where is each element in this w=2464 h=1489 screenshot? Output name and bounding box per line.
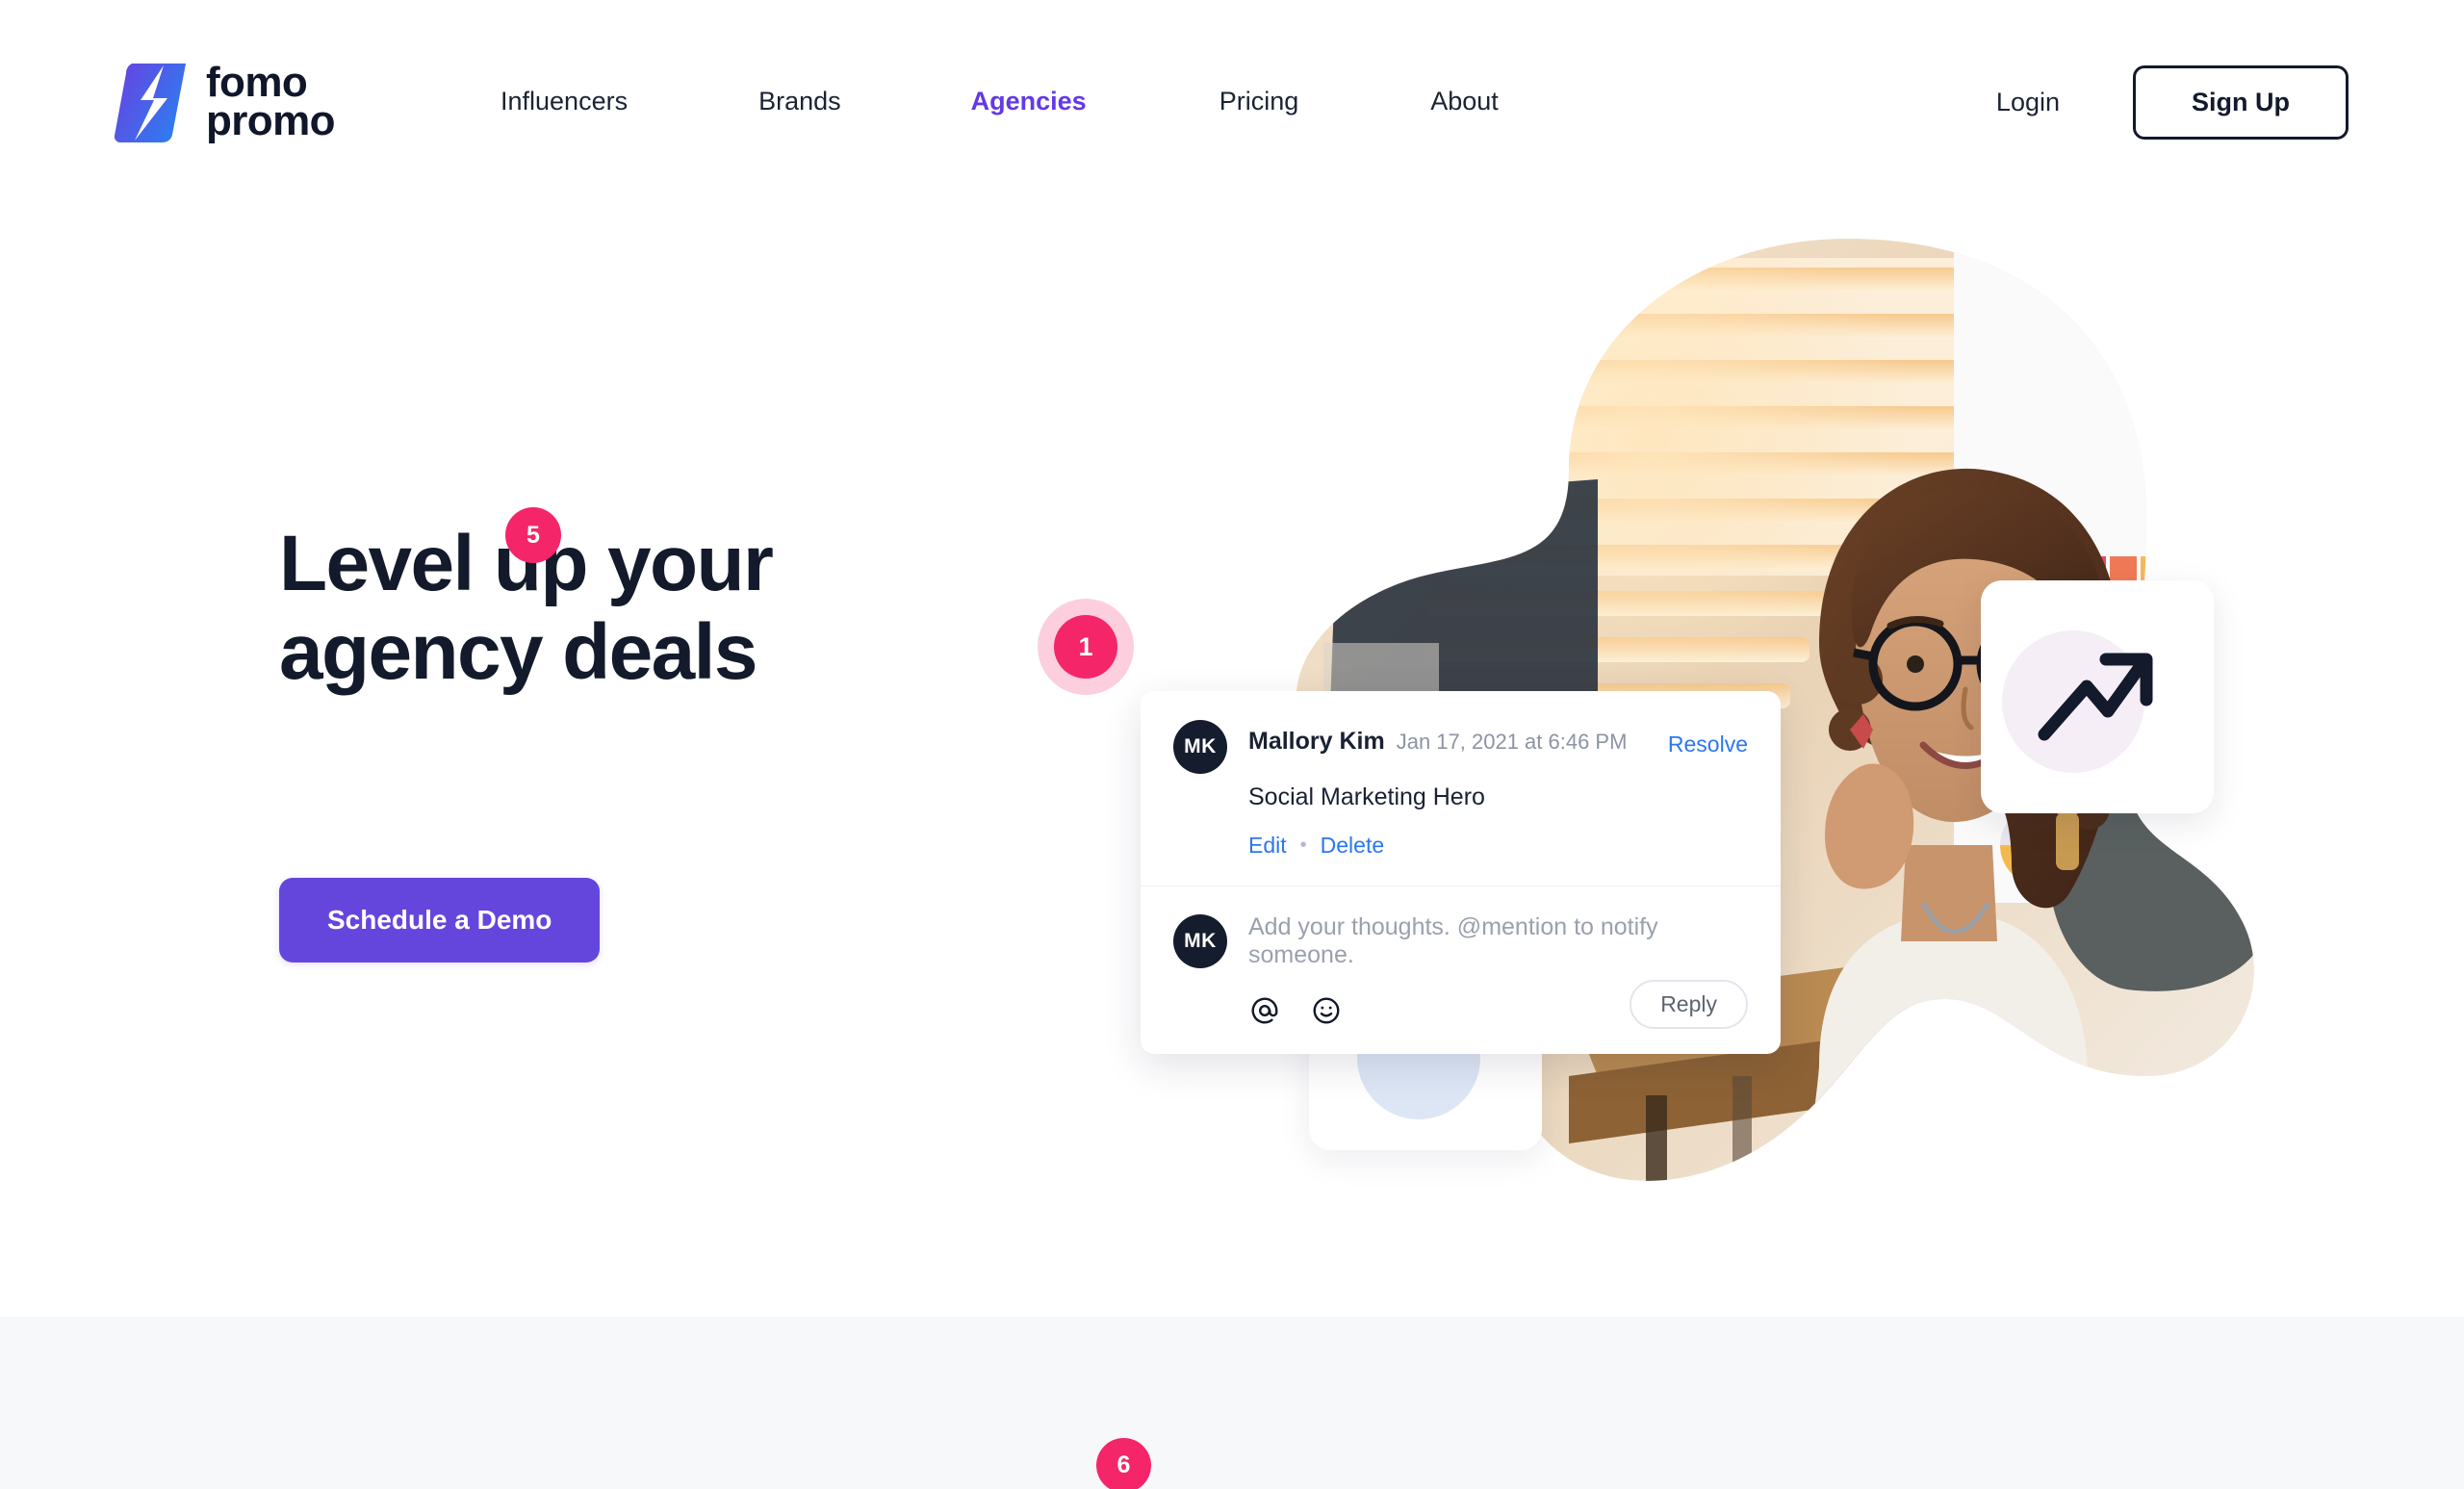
brand-logo[interactable]: fomo promo	[114, 60, 335, 144]
comment-thread-item: MK Mallory Kim Jan 17, 2021 at 6:46 PM R…	[1141, 691, 1781, 886]
hero-section: Level up your agency deals Schedule a De…	[0, 0, 2464, 1317]
nav-item-pricing[interactable]: Pricing	[1219, 87, 1299, 116]
action-separator: •	[1299, 834, 1307, 856]
comment-body-text: Social Marketing Hero	[1248, 783, 1485, 810]
trending-chart-card	[1981, 580, 2214, 813]
reply-avatar: MK	[1173, 914, 1227, 968]
header-actions: Login Sign Up	[1996, 65, 2348, 140]
nav-item-about[interactable]: About	[1430, 87, 1499, 116]
avatar: MK	[1173, 720, 1227, 774]
reply-input[interactable]: Add your thoughts. @mention to notify so…	[1248, 913, 1748, 969]
trending-up-arrow-icon	[2035, 642, 2160, 753]
reply-input-row[interactable]: MK Add your thoughts. @mention to notify…	[1173, 913, 1748, 969]
smiley-face-icon[interactable]	[1310, 994, 1343, 1027]
hero-title-line-1: Level up your	[279, 520, 774, 607]
login-link[interactable]: Login	[1996, 88, 2060, 117]
comment-actions: Edit • Delete	[1248, 833, 1748, 859]
nav-item-agencies[interactable]: Agencies	[971, 87, 1087, 116]
next-section	[0, 1317, 2464, 1489]
main-navigation: Influencers Brands Agencies Pricing Abou…	[500, 87, 1499, 116]
brand-name-line-2: promo	[206, 97, 335, 144]
annotation-badge-5[interactable]: 5	[505, 507, 561, 563]
comment-reply-section: MK Add your thoughts. @mention to notify…	[1141, 886, 1781, 1054]
site-header: fomo promo Influencers Brands Agencies P…	[0, 0, 2464, 178]
nav-item-brands[interactable]: Brands	[758, 87, 841, 116]
sign-up-button[interactable]: Sign Up	[2133, 65, 2348, 140]
comment-author: Mallory Kim	[1248, 728, 1385, 755]
edit-link[interactable]: Edit	[1248, 833, 1287, 859]
nav-item-influencers[interactable]: Influencers	[500, 87, 628, 116]
lightning-bolt-icon	[114, 60, 189, 144]
schedule-demo-button[interactable]: Schedule a Demo	[279, 878, 601, 963]
delete-link[interactable]: Delete	[1321, 833, 1384, 859]
hero-copy: Level up your agency deals	[279, 520, 991, 697]
page-title: Level up your agency deals	[279, 520, 991, 697]
comment-timestamp: Jan 17, 2021 at 6:46 PM	[1396, 730, 1628, 754]
resolve-link[interactable]: Resolve	[1668, 732, 1748, 757]
annotation-badge-1[interactable]: 1	[1054, 615, 1117, 679]
reply-button[interactable]: Reply	[1630, 980, 1748, 1029]
hero-title-line-2: agency deals	[279, 607, 757, 696]
comment-header: MK Mallory Kim Jan 17, 2021 at 6:46 PM	[1173, 720, 1748, 774]
at-sign-icon[interactable]	[1248, 994, 1281, 1027]
brand-wordmark: fomo promo	[206, 58, 335, 144]
comment-card: MK Mallory Kim Jan 17, 2021 at 6:46 PM R…	[1141, 691, 1781, 1054]
annotation-badge-6[interactable]: 6	[1096, 1438, 1151, 1489]
page-root: Level up your agency deals Schedule a De…	[0, 0, 2464, 1489]
comment-meta: Mallory Kim Jan 17, 2021 at 6:46 PM	[1248, 720, 1627, 756]
brand-name-line-1: fomo	[206, 58, 308, 106]
